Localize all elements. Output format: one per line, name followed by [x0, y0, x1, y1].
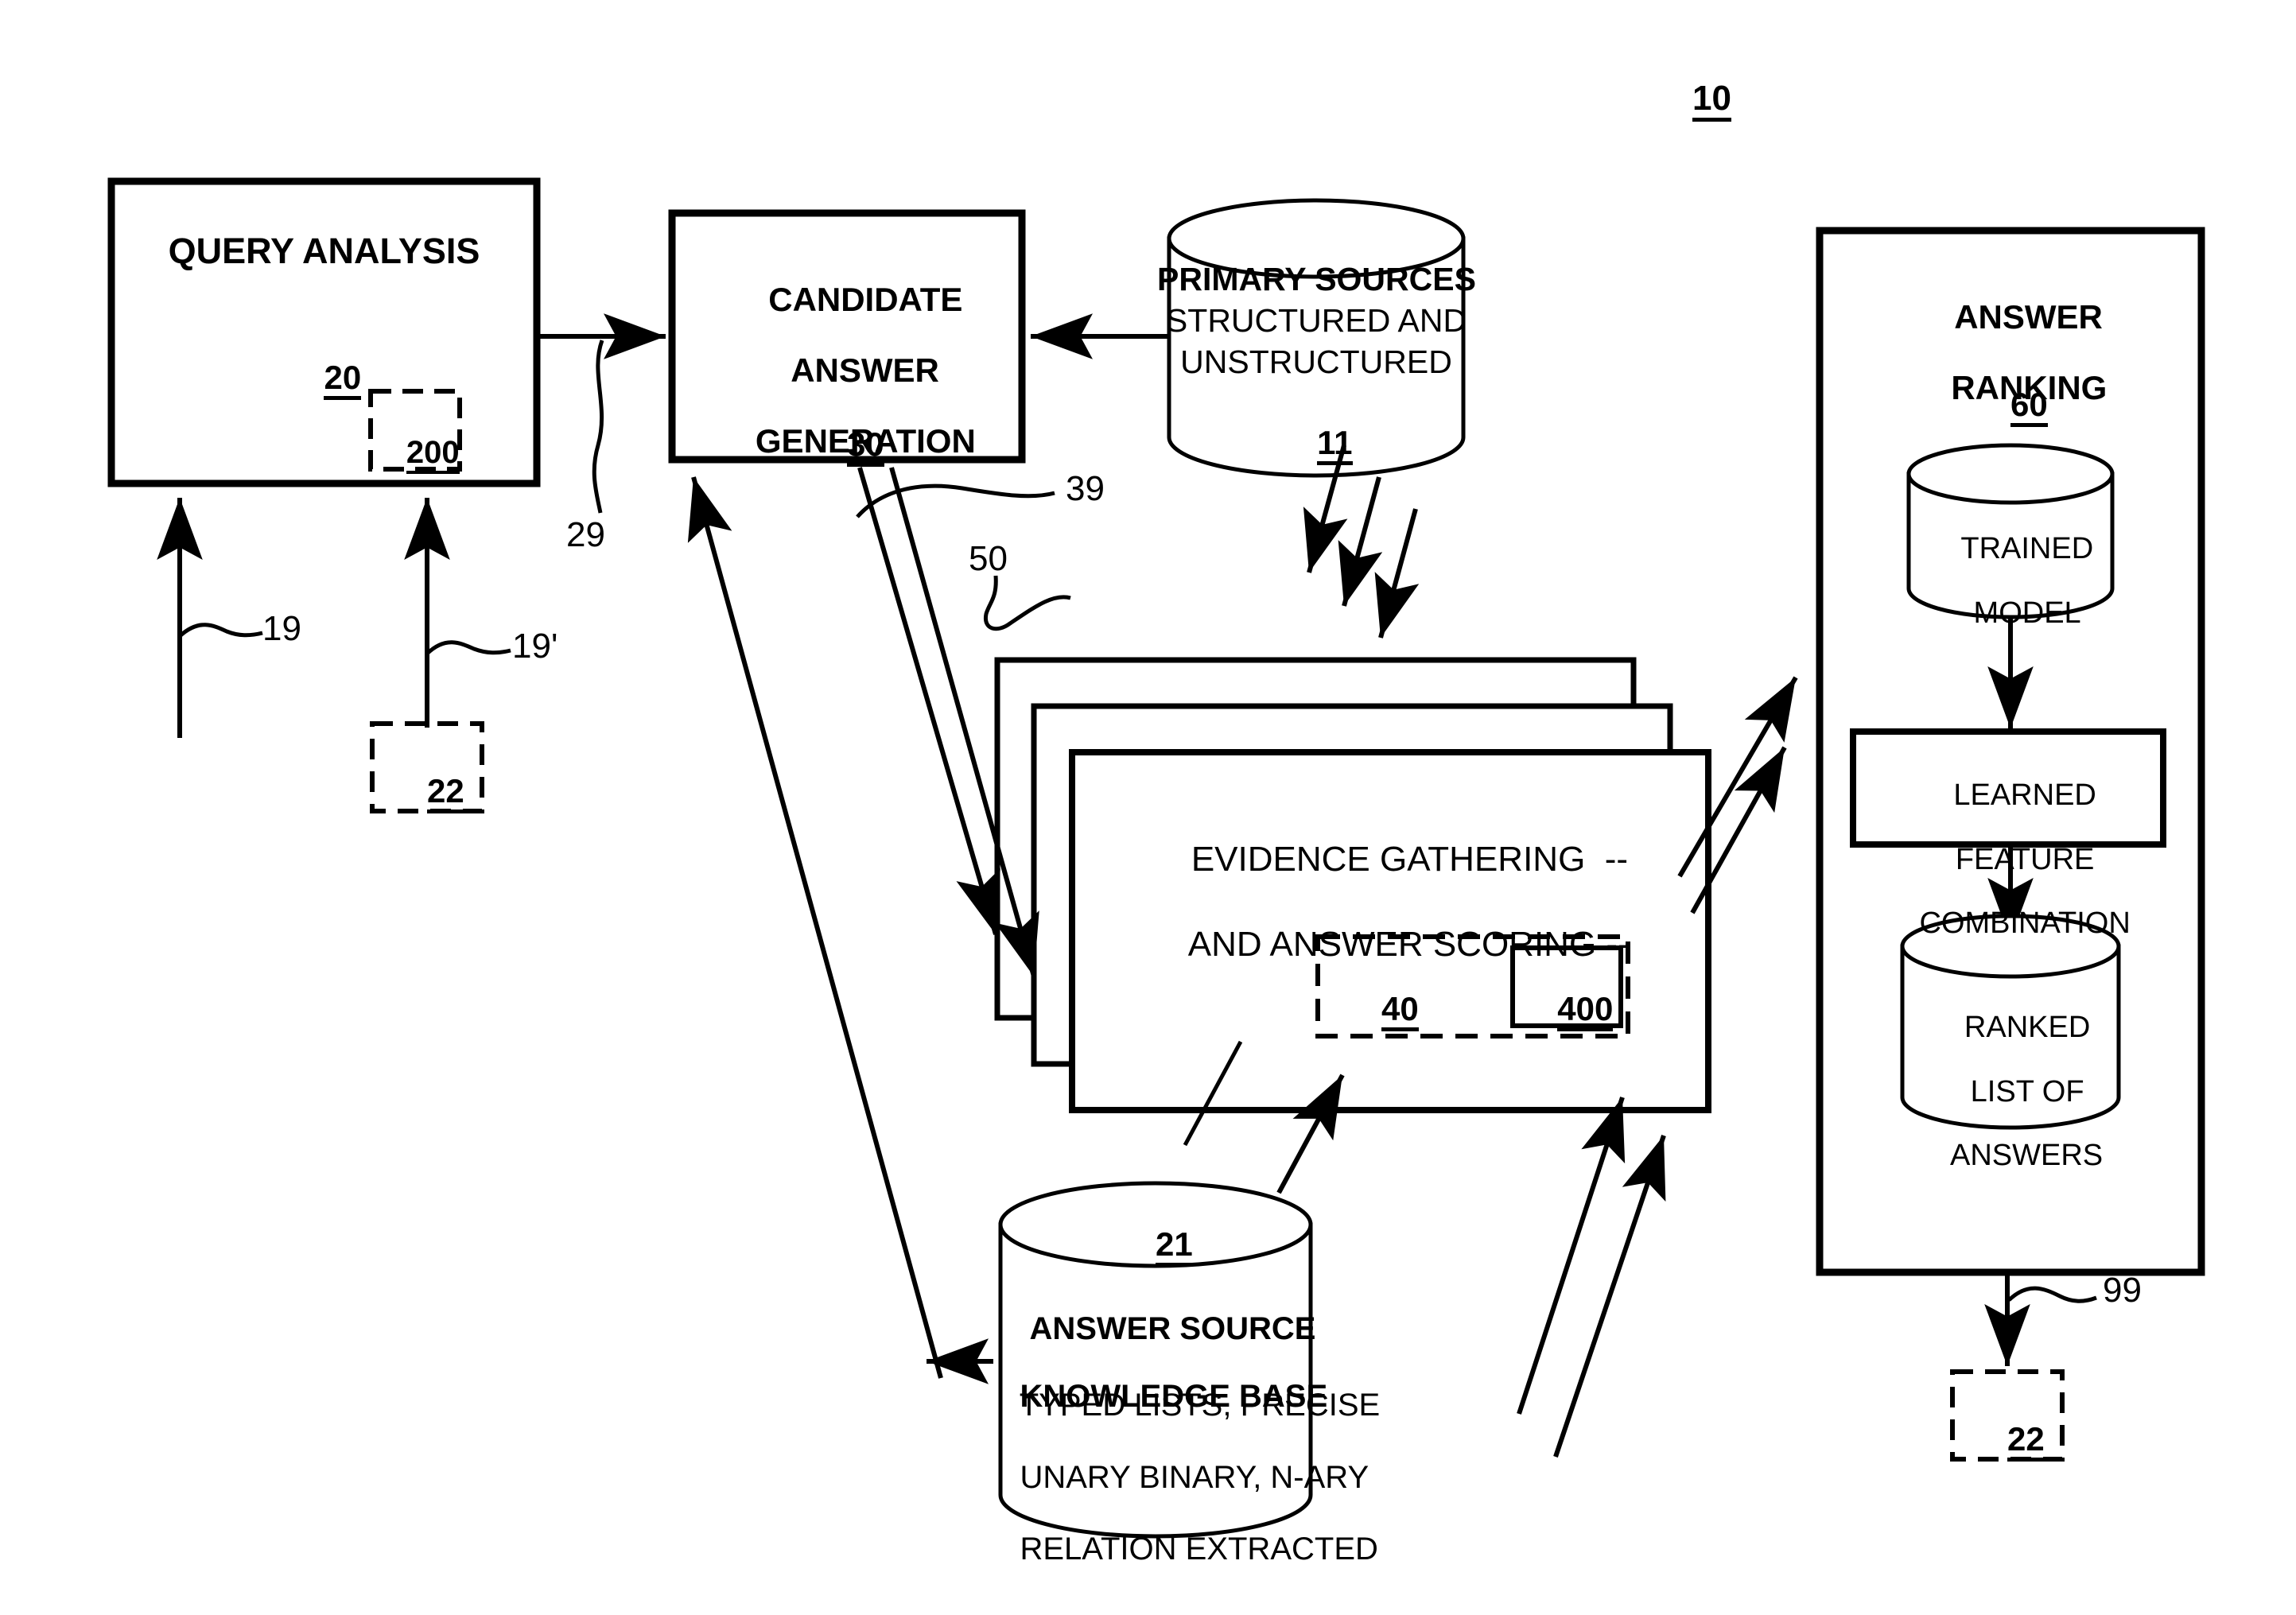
kb-line4: UNARY BINARY, N-ARY	[1020, 1459, 1369, 1495]
evidence-line1: EVIDENCE GATHERING --	[1191, 839, 1629, 879]
arrow-primary-to-evidence-3	[1374, 508, 1420, 639]
ranked-list-line3: ANSWERS	[1950, 1139, 2104, 1173]
cag-title-line1: CANDIDATE	[768, 280, 963, 318]
ranked-list-line2: LIST OF	[1970, 1074, 2084, 1108]
trained-model-line2: MODEL	[1973, 596, 2081, 630]
kb-title-line1: ANSWER SOURCE	[1029, 1311, 1316, 1347]
primary-sources-title: PRIMARY SOURCES	[1157, 261, 1476, 297]
leader-line-19	[178, 623, 263, 638]
primary-sources-ref: 11	[1157, 390, 1475, 501]
leader-label-50: 50	[969, 539, 1008, 578]
answer-source-kb-detail: TYPED LISTS, PRECISE UNARY BINARY, N-ARY…	[985, 1352, 1380, 1603]
leader-label-29: 29	[566, 515, 605, 554]
cag-title-line2: ANSWER	[791, 351, 939, 389]
evidence-ref-40: 40	[1330, 956, 1433, 1067]
leader-line-29	[592, 340, 604, 514]
evidence-ref-400: 400	[1513, 956, 1621, 1067]
kb-line5: RELATION EXTRACTED	[1020, 1531, 1378, 1566]
leader-label-99: 99	[2103, 1271, 2142, 1310]
patent-figure-canvas: 10 QUERY ANALYSIS 20 200 CANDIDATE ANSWE…	[0, 0, 2296, 1615]
trained-model-label: TRAINED MODEL	[1909, 501, 2112, 661]
ranked-list-line1: RANKED	[1964, 1011, 2091, 1045]
leader-line-99	[2007, 1286, 2097, 1303]
leader-label-39: 39	[1066, 469, 1105, 508]
query-analysis-title: QUERY ANALYSIS	[168, 231, 480, 271]
arrow-to-answer-ranking-2	[1553, 1135, 1666, 1458]
candidate-answer-generation-ref: 30	[672, 391, 1022, 503]
output-22-ref: 22	[1952, 1386, 2062, 1497]
arrow-candidate-to-evidence-39-a	[857, 467, 1000, 935]
kb-line3: TYPED LISTS, PRECISE	[1019, 1388, 1381, 1423]
input-22-ref: 22	[372, 738, 482, 849]
learned-feature-line2: FEATURE	[1955, 842, 2095, 876]
leader-line-19-prime	[425, 640, 511, 655]
primary-sources-line2: STRUCTURED AND	[1165, 302, 1467, 339]
learned-feature-line1: LEARNED	[1953, 778, 2096, 813]
primary-sources-line3: UNSTRUCTURED	[1180, 344, 1452, 380]
learned-feature-line3: COMBINATION	[1919, 906, 2131, 941]
ranked-list-of-answers-label: RANKED LIST OF ANSWERS	[1902, 980, 2119, 1204]
figure-number: 10	[1629, 43, 1756, 159]
leader-line-50	[983, 575, 1071, 631]
trained-model-line1: TRAINED	[1960, 532, 2094, 566]
leader-label-19-prime: 19'	[512, 627, 558, 666]
query-analysis-ref: 20	[111, 324, 537, 436]
answer-ranking-ref: 60	[1820, 351, 2201, 463]
answer-ranking-title-line1: ANSWER	[1954, 297, 2103, 336]
leader-label-19: 19	[262, 609, 301, 648]
learned-feature-combination-label: LEARNED FEATURE COMBINATION	[1848, 747, 2168, 972]
query-analysis-inner-ref-200: 200	[371, 402, 460, 507]
arrow-to-answer-ranking-1	[1517, 1097, 1626, 1415]
